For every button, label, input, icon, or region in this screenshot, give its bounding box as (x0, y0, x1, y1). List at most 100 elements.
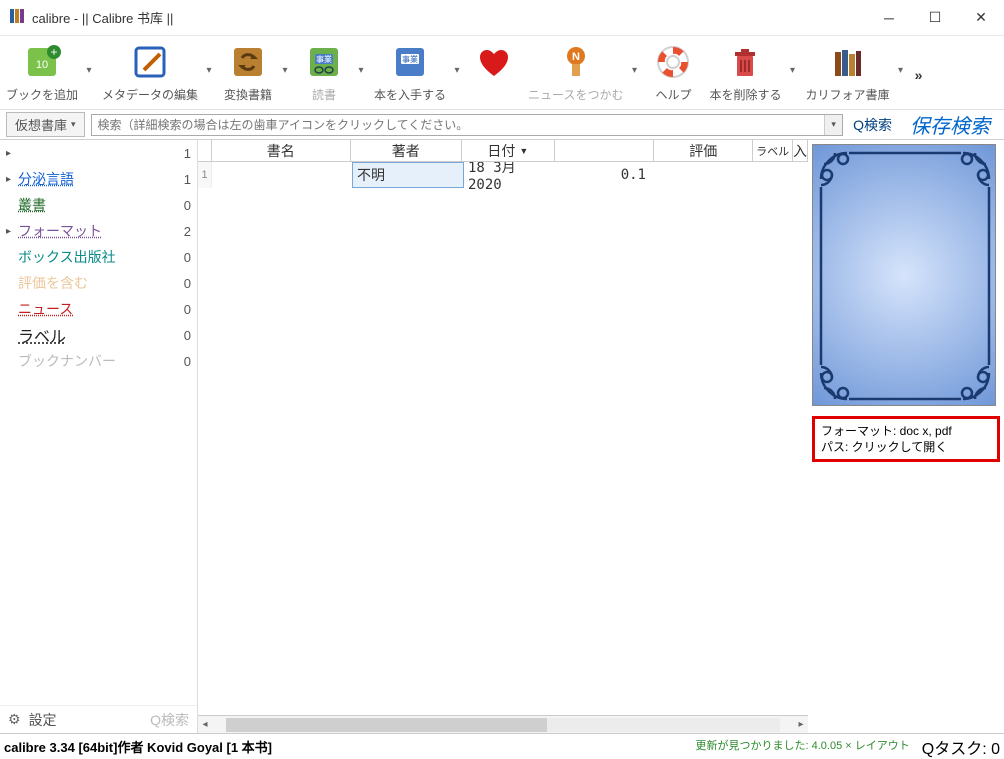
search-row: 仮想書庫 ▾ ▾ Q検索 保存検索 (0, 110, 1004, 140)
scroll-left-arrow[interactable]: ◂ (198, 719, 212, 730)
add-book-button[interactable]: 10+ ブックを追加 (2, 40, 82, 105)
library-icon (827, 42, 867, 82)
table-body[interactable]: 1 不明 18 3月 2020 0.1 (198, 162, 808, 715)
news-label: ニュースをつかむ (528, 86, 623, 103)
td-date[interactable]: 18 3月 2020 (464, 162, 558, 188)
sidebar-qsearch[interactable]: Q検索 (150, 710, 189, 730)
settings-label[interactable]: 設定 (29, 710, 57, 730)
chevron-down-icon: ▾ (71, 119, 76, 130)
sidebar-item-rating[interactable]: 評価を含む 0 (0, 270, 197, 296)
td-title[interactable] (212, 162, 352, 188)
library-button[interactable]: カリフォア書庫 (801, 40, 893, 105)
td-rest[interactable] (798, 162, 808, 188)
virtual-library-label: 仮想書庫 (15, 115, 67, 134)
sidebar-item-news[interactable]: ニュース 0 (0, 296, 197, 322)
delete-book-label: 本を削除する (709, 86, 781, 103)
chevron-right-icon: ▸ (6, 174, 18, 185)
convert-book-icon (228, 42, 268, 82)
main: ▸ 1 ▸ 分泌言語 1 叢書 0 ▸ フォーマット 2 ボックス出版 (0, 140, 1004, 733)
td-rating[interactable] (658, 162, 758, 188)
detail-path[interactable]: パス: クリックして開く (821, 439, 991, 455)
add-book-icon: 10+ (22, 42, 62, 82)
search-dropdown[interactable]: ▾ (824, 115, 842, 135)
search-input-wrap: ▾ (91, 114, 844, 136)
edit-metadata-button[interactable]: メタデータの編集 (98, 40, 202, 105)
sidebar-item-publisher[interactable]: ボックス出版社 0 (0, 244, 197, 270)
status-tasks[interactable]: Qタスク: 0 (922, 735, 1000, 759)
convert-book-dropdown[interactable]: ▾ (278, 40, 292, 100)
get-books-button[interactable]: 事業 本を入手する (370, 40, 450, 105)
chevron-right-icon: ▸ (6, 148, 18, 159)
toolbar-overflow[interactable]: » (909, 67, 927, 83)
library-label: カリフォア書庫 (805, 86, 889, 103)
sidebar-item-series[interactable]: 叢書 0 (0, 192, 197, 218)
delete-book-dropdown[interactable]: ▾ (785, 40, 799, 100)
th-size[interactable] (555, 140, 654, 161)
close-button[interactable]: ✕ (958, 0, 1004, 36)
sidebar-item-languages[interactable]: ▸ 分泌言語 1 (0, 166, 197, 192)
detail-formats[interactable]: フォーマット: doc x, pdf (821, 423, 991, 439)
news-button[interactable]: N ニュースをつかむ (524, 40, 627, 105)
scroll-right-arrow[interactable]: ▸ (794, 719, 808, 730)
th-author[interactable]: 著者 (351, 140, 462, 161)
cover-panel: フォーマット: doc x, pdf パス: クリックして開く (808, 140, 1004, 733)
delete-book-button[interactable]: 本を削除する (705, 40, 785, 105)
th-label[interactable]: ラベル (753, 140, 793, 161)
virtual-library-button[interactable]: 仮想書庫 ▾ (6, 112, 85, 137)
horizontal-scrollbar[interactable]: ◂ ▸ (198, 715, 808, 733)
read-button[interactable]: 事業 読書 (294, 40, 354, 105)
sort-down-icon: ▼ (519, 146, 528, 156)
td-label[interactable] (758, 162, 798, 188)
edit-metadata-dropdown[interactable]: ▾ (202, 40, 216, 100)
gear-icon[interactable]: ⚙ (8, 711, 21, 728)
svg-text:10: 10 (36, 59, 48, 71)
scrollbar-thumb[interactable] (226, 718, 547, 732)
th-rownum[interactable] (198, 140, 212, 161)
get-books-label: 本を入手する (374, 86, 446, 103)
library-dropdown[interactable]: ▾ (893, 40, 907, 100)
toolbar: 10+ ブックを追加 ▾ メタデータの編集 ▾ 変換書籍 ▾ 事業 読書 (0, 36, 1004, 110)
titlebar: calibre - || Calibre 书库 || ─ ☐ ✕ (0, 0, 1004, 36)
svg-text:事業: 事業 (402, 54, 418, 64)
status-left: calibre 3.34 [64bit]作者 Kovid Goyal [1 本书… (4, 737, 272, 756)
minimize-button[interactable]: ─ (866, 0, 912, 36)
status-update[interactable]: 更新が見つかりました: 4.0.05 × レイアウト (696, 740, 922, 752)
book-cover[interactable] (812, 144, 996, 406)
add-book-label: ブックを追加 (6, 86, 78, 103)
sidebar-item-formats[interactable]: ▸ フォーマット 2 (0, 218, 197, 244)
sidebar-item-tags[interactable]: ラベル 0 (0, 322, 197, 348)
read-dropdown[interactable]: ▾ (354, 40, 368, 100)
sidebar-item-identifiers[interactable]: ブックナンバー 0 (0, 348, 197, 374)
cover-decoration (813, 145, 997, 407)
saved-search-button[interactable]: 保存検索 (902, 110, 998, 139)
scrollbar-track[interactable] (226, 718, 780, 732)
window-title: calibre - || Calibre 书库 || (32, 8, 173, 27)
svg-text:+: + (50, 45, 57, 59)
th-rating[interactable]: 評価 (654, 140, 753, 161)
read-label: 読書 (312, 86, 336, 103)
book-details: フォーマット: doc x, pdf パス: クリックして開く (812, 416, 1000, 462)
td-size[interactable]: 0.1 (558, 162, 658, 188)
qsearch-button[interactable]: Q検索 (849, 115, 896, 135)
convert-book-label: 変換書籍 (224, 86, 272, 103)
sidebar-item-authors[interactable]: ▸ 1 (0, 140, 197, 166)
help-button[interactable]: ヘルプ (643, 40, 703, 105)
svg-text:事業: 事業 (316, 54, 332, 64)
read-icon: 事業 (304, 42, 344, 82)
th-date[interactable]: 日付▼ (462, 140, 555, 161)
sidebar: ▸ 1 ▸ 分泌言語 1 叢書 0 ▸ フォーマット 2 ボックス出版 (0, 140, 198, 733)
add-book-dropdown[interactable]: ▾ (82, 40, 96, 100)
td-author[interactable]: 不明 (352, 162, 464, 188)
news-dropdown[interactable]: ▾ (627, 40, 641, 100)
td-rownum: 1 (198, 162, 212, 188)
maximize-button[interactable]: ☐ (912, 0, 958, 36)
search-input[interactable] (92, 115, 825, 135)
th-title[interactable]: 書名 (212, 140, 351, 161)
get-books-icon: 事業 (390, 42, 430, 82)
edit-metadata-label: メタデータの編集 (102, 86, 198, 103)
table-row[interactable]: 1 不明 18 3月 2020 0.1 (198, 162, 808, 188)
th-rest[interactable]: 入 (793, 140, 808, 161)
get-books-dropdown[interactable]: ▾ (450, 40, 464, 100)
convert-book-button[interactable]: 変換書籍 (218, 40, 278, 105)
donate-button[interactable] (466, 40, 522, 102)
